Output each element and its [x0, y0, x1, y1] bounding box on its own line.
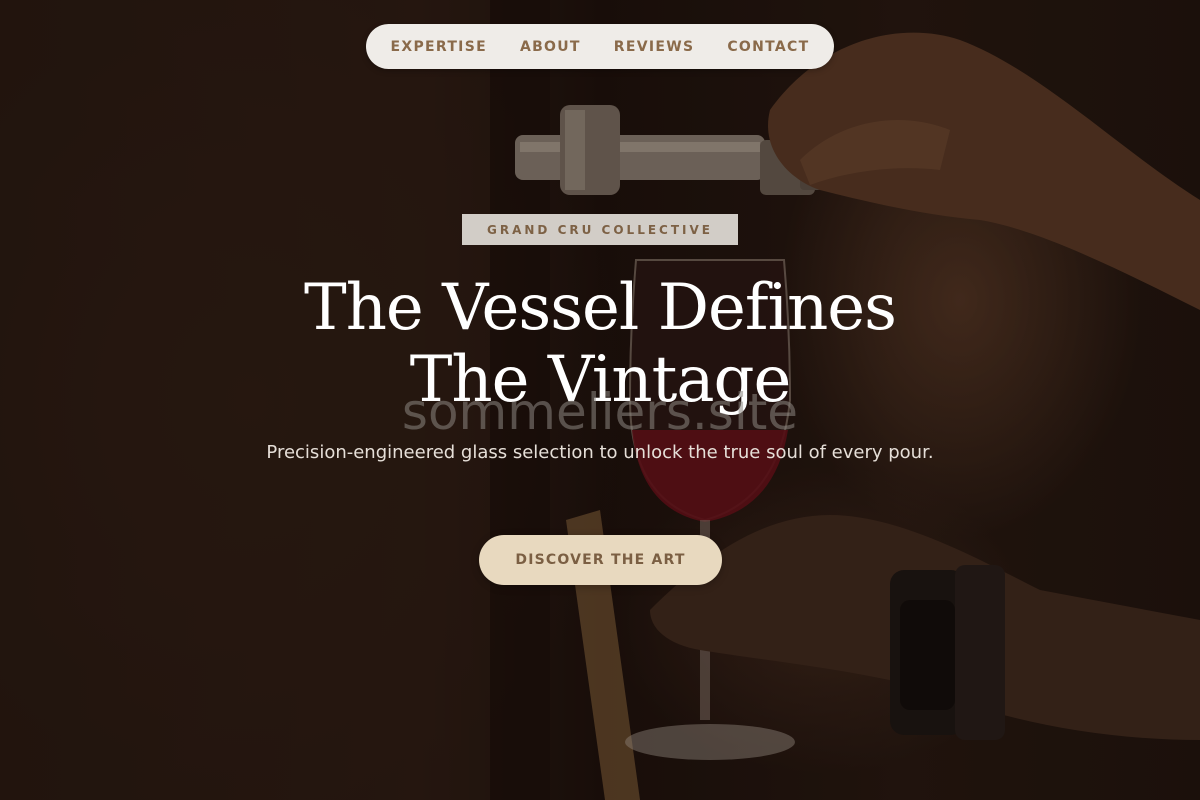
nav-link-about[interactable]: ABOUT: [520, 39, 581, 55]
hero-section: EXPERTISE ABOUT REVIEWS CONTACT GRAND CR…: [0, 0, 1200, 800]
discover-the-art-button[interactable]: DISCOVER THE ART: [479, 535, 722, 585]
hero-headline-line-1: The Vessel Defines: [304, 271, 897, 345]
hero-headline: The Vessel Defines The Vintage: [200, 272, 1000, 416]
main-nav: EXPERTISE ABOUT REVIEWS CONTACT: [366, 24, 834, 69]
nav-link-reviews[interactable]: REVIEWS: [614, 39, 695, 55]
nav-link-contact[interactable]: CONTACT: [727, 39, 809, 55]
collection-badge: GRAND CRU COLLECTIVE: [462, 214, 738, 245]
nav-link-expertise[interactable]: EXPERTISE: [391, 39, 487, 55]
hero-subtitle: Precision-engineered glass selection to …: [266, 442, 934, 463]
hero-headline-line-2: The Vintage: [409, 343, 792, 417]
